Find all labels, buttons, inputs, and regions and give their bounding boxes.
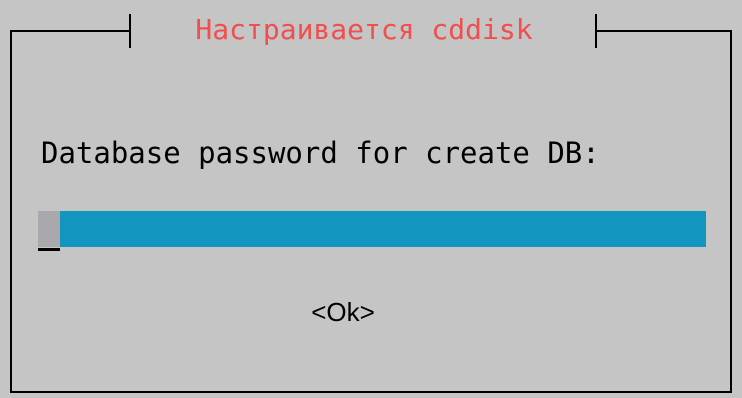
frame-top-right-line (596, 30, 732, 32)
password-input[interactable] (38, 211, 706, 247)
dialog-title: Настраивается cddisk (195, 13, 533, 46)
text-cursor (38, 211, 60, 247)
title-right-tee (595, 14, 597, 48)
text-cursor-underline (38, 248, 60, 251)
frame-top-left-line (10, 30, 130, 32)
ok-button[interactable]: <Ok> (300, 292, 386, 332)
title-left-tee (129, 14, 131, 48)
password-prompt-label: Database password for create DB: (41, 136, 600, 170)
configuration-dialog: Настраивается cddisk Database password f… (0, 0, 742, 398)
